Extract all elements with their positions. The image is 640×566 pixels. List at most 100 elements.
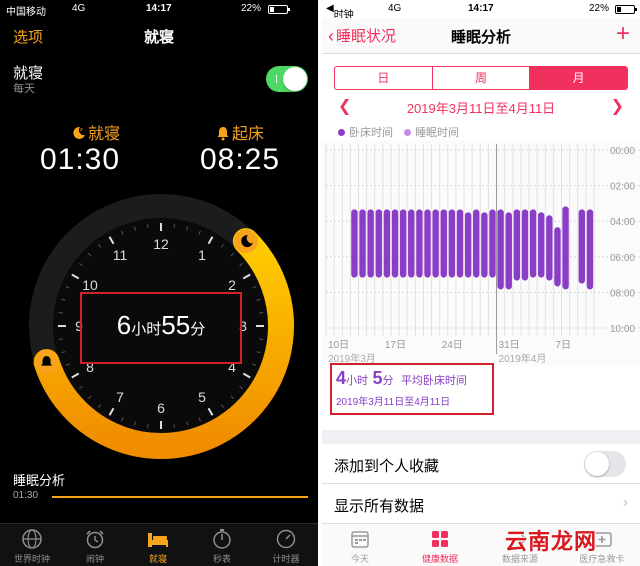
in-bed-bar [529,209,537,278]
page-title: 睡眠分析 [450,29,511,46]
x-month-label: 2019年4月 [499,352,547,365]
date-range: 2019年3月11日至4月11日 [406,101,556,116]
in-bed-bar [383,209,391,278]
duration-minutes: 55 [161,310,191,340]
stopwatch-icon [213,529,231,549]
tab-label: 计时器 [272,554,300,564]
x-tick-label: 7日 [555,340,571,351]
dial-tick [173,424,175,429]
x-tick-label: 24日 [442,340,463,351]
globe-icon [22,529,42,549]
avg-hours: 4 [336,368,347,388]
y-tick-label: 06:00 [610,253,635,264]
tab-label: 就寝 [148,554,167,564]
dial-hour-label: 5 [198,389,206,405]
status-bar: ◀ 时钟 4G 14:17 22% [322,0,640,21]
legend-label: 卧床时间 [349,127,393,139]
in-bed-bar [489,209,496,278]
tab-stopwatch[interactable]: 秒表 [192,528,252,565]
in-bed-bar [538,212,545,278]
avg-hours-unit: 小时 [346,375,369,387]
y-tick-label: 00:00 [610,146,635,157]
in-bed-bar [359,209,366,278]
in-bed-bar [521,209,529,281]
clock-app-screen: 中国移动 4G 14:17 22% 选项 就寝 就寝 每天 z 就寝 01:30 … [0,0,318,566]
sleep-analysis-title: 睡眠分析 [13,473,66,488]
tab-world-clock[interactable]: 世界时钟 [2,528,62,565]
dial-hour-label: 1 [198,247,206,263]
grid-icon [432,531,448,547]
favorites-toggle[interactable] [584,451,626,477]
add-button[interactable]: + [616,20,630,48]
tab-label: 秒表 [212,554,231,564]
show-all-data-row[interactable]: 显示所有数据 › [322,484,640,524]
in-bed-bar [408,209,415,278]
tab-label: 今天 [350,554,369,564]
dial-hour-label: 12 [153,236,169,252]
legend-label: 睡眠时间 [415,127,460,139]
show-all-data-label: 显示所有数据 [334,498,425,515]
in-bed-bar [505,212,512,290]
avg-minutes: 5 [372,368,383,388]
segment-month[interactable]: 月 [530,67,627,89]
in-bed-bar [391,209,399,278]
y-tick-label: 02:00 [610,182,635,193]
y-tick-label: 10:00 [610,324,635,335]
nav-bar: ‹ 睡眠状况 睡眠分析 + [322,18,640,54]
in-bed-bar [513,209,521,281]
dial-tick [173,223,175,228]
period-segmented-control: 日 周 月 [334,66,628,90]
dial-tick [147,424,149,429]
avg-date-range: 2019年3月11日至4月11日 [336,397,451,408]
tab-label: 健康数据 [421,554,458,564]
health-app-screen: ◀ 时钟 4G 14:17 22% ‹ 睡眠状况 睡眠分析 + 日 周 月 ❮ 2… [322,0,640,566]
wake-handle[interactable] [34,350,59,375]
legend-item-asleep: 睡眠时间 [404,127,459,139]
legend-item-in-bed: 卧床时间 [338,127,393,139]
status-time: 14:17 [468,3,494,14]
in-bed-bar [473,209,480,278]
dial-tick [147,223,149,228]
section-separator [322,430,640,444]
dial-hour-label: 7 [116,389,124,405]
chevron-right-icon: › [622,494,628,511]
dial-hour-label: 11 [113,247,128,263]
add-to-favorites-row: 添加到个人收藏 [322,444,640,484]
legend-dot [404,129,412,136]
calendar-icon [351,531,369,548]
y-tick-label: 08:00 [610,288,635,299]
in-bed-bar [432,209,439,278]
tab-timer[interactable]: 计时器 [256,528,316,565]
chart-legend: 卧床时间 睡眠时间 [338,124,467,140]
sleep-analysis-line [52,496,308,498]
tab-health-data[interactable]: 健康数据 [408,528,472,565]
bedtime-handle[interactable] [233,229,258,254]
average-in-bed-summary: 4小时 5分 平均卧床时间 [336,368,467,389]
tab-label: 闹钟 [85,554,104,564]
tab-label: 世界时钟 [13,554,50,564]
tab-alarm[interactable]: 闹钟 [65,528,125,565]
in-bed-bar [586,209,594,290]
dial-tick [58,338,63,340]
in-bed-bar [367,209,374,278]
dial-tick [58,312,63,314]
duration-hours-unit: 小时 [131,321,162,338]
next-range-button[interactable]: ❯ [611,96,624,116]
x-tick-label: 17日 [385,340,406,351]
legend-dot [338,129,345,136]
segment-day[interactable]: 日 [335,67,433,89]
add-to-favorites-label: 添加到个人收藏 [334,458,440,475]
battery-icon [615,5,637,14]
watermark: 云南龙网 [505,529,598,554]
back-to-app-link[interactable]: ◀ 时钟 [326,3,354,21]
duration-minutes-unit: 分 [190,321,206,338]
in-bed-bar [481,212,488,278]
tab-bedtime[interactable]: 就寝 [128,528,188,565]
sleep-chart[interactable]: 00:00 02:00 04:00 06:00 08:00 10:00 10日 17日 24日… [322,140,640,366]
tab-today[interactable]: 今天 [328,528,392,565]
battery-percent: 22% [589,3,610,14]
in-bed-bar [497,209,504,290]
avg-minutes-unit: 分 [382,375,394,387]
segment-week[interactable]: 周 [433,67,531,89]
in-bed-bar [456,209,464,278]
